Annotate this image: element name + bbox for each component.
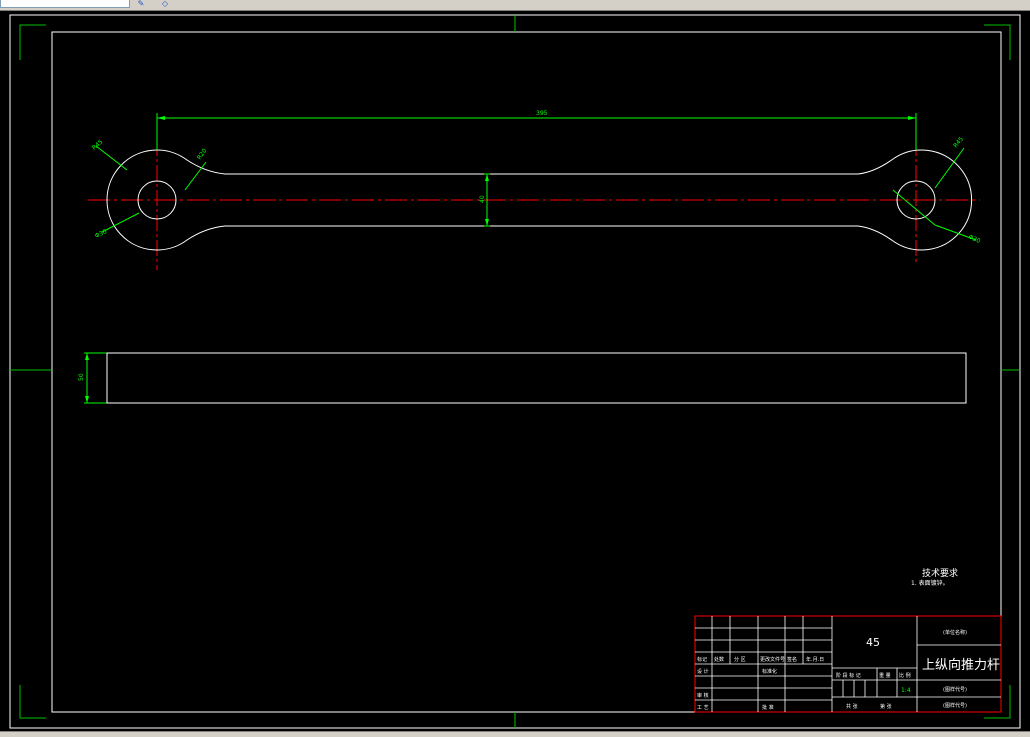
- label-sheet: 第 张: [880, 703, 892, 710]
- unit-name-text: (单位名称): [943, 629, 967, 636]
- command-input[interactable]: [0, 0, 130, 8]
- status-bar: [0, 731, 1030, 737]
- label-standard: 标准化: [762, 668, 777, 675]
- label-zone: 分 区: [734, 656, 746, 663]
- dim-right-outer-text: R45: [952, 136, 965, 150]
- label-sign: 签名: [787, 656, 797, 663]
- scale-text: 1:4: [901, 687, 911, 694]
- title-block: 45 (单位名称) 上纵向推力杆 (图样代号) (图样代号) 1:4 标记 处数…: [694, 615, 1002, 713]
- drawing-canvas[interactable]: 395 40 50 R45 R20 Φ30 R45 Φ30 技术要求 1. 表面…: [0, 10, 1030, 731]
- dim-right-hole-text: Φ30: [967, 233, 981, 245]
- dim-length-text: 395: [536, 110, 548, 117]
- drawing-no-text: (图样代号): [943, 686, 967, 693]
- label-change-doc: 更改文件号: [760, 656, 785, 663]
- label-stage: 阶 段 标 记: [836, 672, 861, 679]
- label-weight: 重 量: [879, 672, 891, 679]
- dim-left-inner-text: R20: [196, 147, 209, 161]
- dimensions: [84, 113, 977, 404]
- cube-icon[interactable]: ◇: [156, 0, 174, 8]
- outer-border: [9, 14, 1021, 729]
- label-total: 共 张: [846, 703, 858, 710]
- label-scale: 比 例: [899, 672, 911, 679]
- dimension-arrows: [85, 116, 916, 403]
- dim-left-outer-text: R45: [91, 138, 105, 151]
- pencil-icon[interactable]: ✎: [132, 0, 150, 8]
- label-mark: 标记: [697, 656, 707, 663]
- label-approve: 批 准: [762, 704, 774, 711]
- part-name-text: 上纵向推力杆: [922, 657, 1000, 673]
- dim-mid-width-text: 40: [479, 195, 486, 203]
- material-text: 45: [866, 636, 880, 649]
- side-view-outline: [106, 352, 967, 404]
- tech-requirements-item: 1. 表面镀锌。: [911, 579, 949, 587]
- tech-requirements-title: 技术要求: [922, 567, 958, 579]
- label-review: 审 核: [697, 692, 709, 699]
- inner-frame: [51, 31, 1002, 713]
- doc-no-text: (图样代号): [943, 702, 967, 709]
- label-design: 设 计: [697, 668, 709, 675]
- centering-marks: [10, 15, 1020, 728]
- label-process: 工 艺: [697, 705, 709, 711]
- label-date: 年.月.日: [806, 656, 824, 663]
- label-count: 处数: [714, 656, 724, 663]
- dim-thickness-text: 50: [78, 373, 85, 381]
